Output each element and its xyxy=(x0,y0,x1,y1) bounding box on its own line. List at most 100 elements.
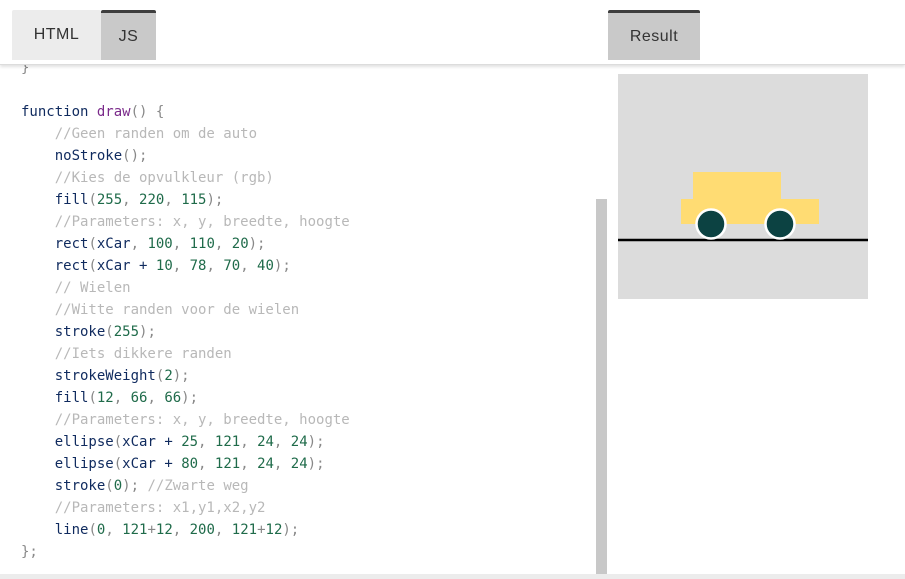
code-token: 220 xyxy=(139,192,165,208)
code-token: line xyxy=(54,522,89,538)
front-wheel xyxy=(695,208,727,240)
code-token: , xyxy=(172,522,190,538)
code-token: 12 xyxy=(155,522,173,538)
code-token: fill xyxy=(54,390,89,406)
code-token: stroke xyxy=(54,324,106,340)
code-token: 2 xyxy=(164,368,173,384)
code-token: xCar + xyxy=(96,258,156,274)
code-token: //Iets dikkere randen xyxy=(54,346,232,362)
code-token: } xyxy=(21,65,30,76)
code-line: noStroke(); xyxy=(21,145,350,167)
code-token: ( xyxy=(105,478,114,494)
code-token: 110 xyxy=(189,236,215,252)
scrollbar-thumb[interactable] xyxy=(596,199,607,575)
code-token: //Parameters: x1,y1,x2,y2 xyxy=(54,500,266,516)
code-token: 66 xyxy=(130,390,148,406)
code-token: ( xyxy=(88,236,97,252)
code-token: ( xyxy=(88,192,97,208)
tab-bar: HTML JS Result xyxy=(0,0,905,65)
tab-js[interactable]: JS xyxy=(101,10,156,60)
code-token: ); xyxy=(181,390,199,406)
bottom-edge xyxy=(0,574,905,579)
code-token: , xyxy=(206,258,224,274)
code-line: //Parameters: x, y, breedte, hoogte xyxy=(21,409,350,431)
code-token: rect xyxy=(54,258,89,274)
code-line: //Parameters: x1,y1,x2,y2 xyxy=(21,497,350,519)
code-line: } xyxy=(21,65,350,79)
code-token: ( xyxy=(88,390,97,406)
code-token: (); xyxy=(122,148,148,164)
code-token: , xyxy=(147,390,165,406)
code-token: //Zwarte weg xyxy=(147,478,249,494)
rear-wheel xyxy=(764,208,796,240)
code-content: } function draw() { //Geen randen om de … xyxy=(21,65,350,563)
result-canvas xyxy=(618,74,868,299)
code-token: , xyxy=(198,456,215,472)
code-token: ( xyxy=(88,522,97,538)
code-editor[interactable]: } function draw() { //Geen randen om de … xyxy=(0,65,608,575)
code-token: //Witte randen voor de wielen xyxy=(54,302,300,318)
code-line: ellipse(xCar + 80, 121, 24, 24); xyxy=(21,453,350,475)
code-token: fill xyxy=(54,192,89,208)
code-line: rect(xCar + 10, 78, 70, 40); xyxy=(21,255,350,277)
code-token: //Kies de opvulkleur (rgb) xyxy=(54,170,274,186)
code-token: }; xyxy=(21,544,38,560)
code-token: , xyxy=(113,390,131,406)
code-token: , xyxy=(273,456,291,472)
sketch-canvas xyxy=(618,74,868,299)
code-line: stroke(255); xyxy=(21,321,350,343)
code-token: 121 xyxy=(214,456,241,472)
code-token: , xyxy=(172,236,190,252)
code-line: fill(12, 66, 66); xyxy=(21,387,350,409)
code-token: draw xyxy=(96,104,131,120)
code-token: xCar xyxy=(96,236,131,252)
code-token: 78 xyxy=(189,258,207,274)
code-line: //Geen randen om de auto xyxy=(21,123,350,145)
code-token: xCar + xyxy=(122,434,182,450)
code-token: 20 xyxy=(231,236,249,252)
code-token: 121 xyxy=(214,434,241,450)
code-token: stroke xyxy=(54,478,106,494)
code-line: //Iets dikkere randen xyxy=(21,343,350,365)
code-token: 121 xyxy=(231,522,258,538)
code-line: //Kies de opvulkleur (rgb) xyxy=(21,167,350,189)
code-token: rect xyxy=(54,236,89,252)
code-token: , xyxy=(240,258,258,274)
code-token: , xyxy=(105,522,123,538)
code-token: , xyxy=(214,236,232,252)
code-token: ellipse xyxy=(54,434,114,450)
code-token: , xyxy=(240,456,258,472)
code-token: 80 xyxy=(181,456,199,472)
code-token: 12 xyxy=(265,522,283,538)
code-token: 24 xyxy=(257,434,274,450)
code-token: ); xyxy=(307,456,325,472)
code-token: 200 xyxy=(189,522,215,538)
code-token: , xyxy=(240,434,258,450)
code-token: //Parameters: x, y, breedte, hoogte xyxy=(54,214,350,230)
code-line: }; xyxy=(21,541,350,563)
code-token: ); xyxy=(139,324,156,340)
code-token: 115 xyxy=(181,192,207,208)
code-token: , xyxy=(273,434,291,450)
tab-html[interactable]: HTML xyxy=(12,10,101,60)
code-token: ); xyxy=(206,192,224,208)
code-line: fill(255, 220, 115); xyxy=(21,189,350,211)
code-line: stroke(0); //Zwarte weg xyxy=(21,475,350,497)
code-token: 255 xyxy=(96,192,123,208)
code-token: + xyxy=(257,522,266,538)
tab-result[interactable]: Result xyxy=(608,10,700,60)
code-token: 24 xyxy=(290,456,308,472)
code-token: noStroke xyxy=(54,148,123,164)
code-token: ); xyxy=(273,258,291,274)
